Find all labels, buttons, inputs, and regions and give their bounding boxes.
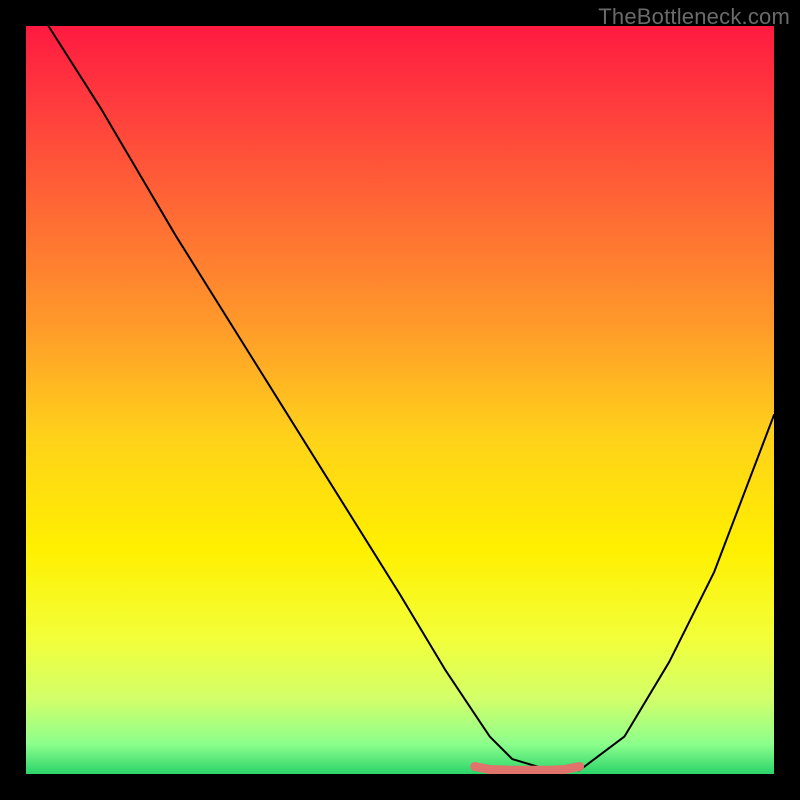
plot-area <box>26 26 774 774</box>
bottleneck-band <box>475 767 580 771</box>
chart-frame: TheBottleneck.com <box>0 0 800 800</box>
chart-svg <box>26 26 774 774</box>
gradient-background <box>26 26 774 774</box>
